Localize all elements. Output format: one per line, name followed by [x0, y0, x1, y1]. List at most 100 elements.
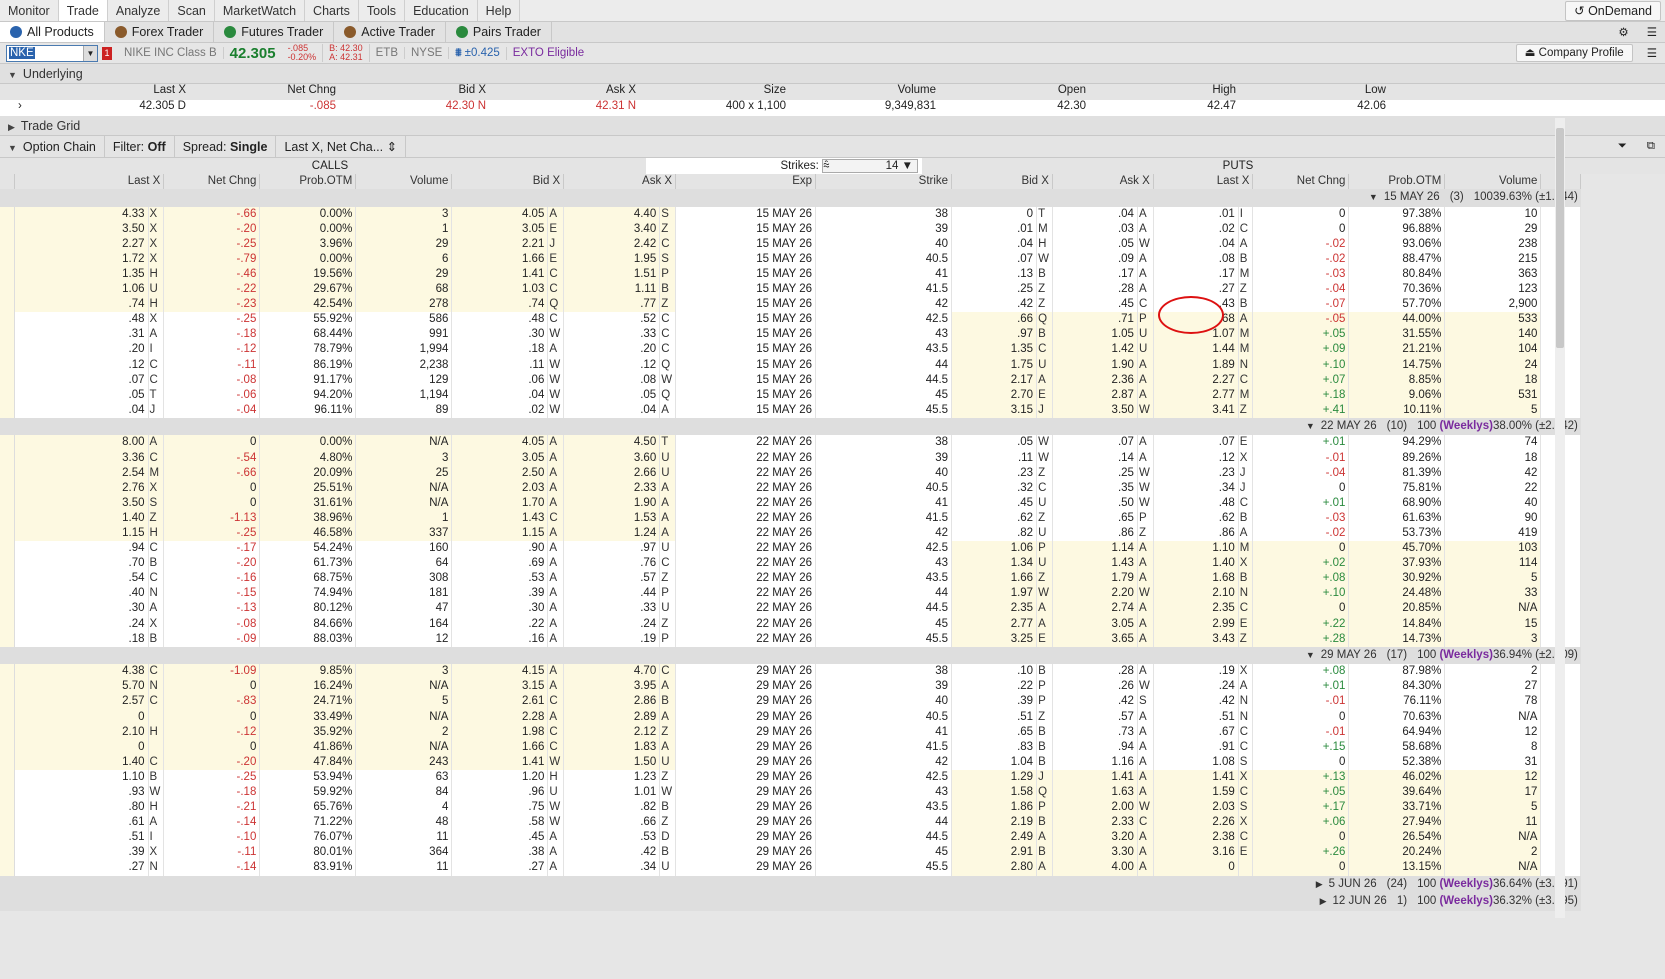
column-header[interactable]: Last X [14, 174, 165, 190]
column-header[interactable]: Last X [1153, 174, 1254, 190]
trade-grid-header[interactable]: ▶ Trade Grid [0, 116, 1665, 136]
option-row[interactable]: .94 C -.17 54.24% 160.90 A .97 U 22 MAY 26 42.5 1.… [0, 541, 1582, 557]
option-row[interactable]: 2.10 H -.12 35.92% 2 1.98 C 2.12 Z 29 MAY 26 41.65… [0, 724, 1582, 740]
detach-icon[interactable]: ⧉ [1637, 140, 1665, 153]
chain-cell: 4.15 [451, 664, 549, 680]
option-row[interactable]: 3.50 X -.20 0.00% 1 3.05 E 3.40 Z 15 MAY 26 39.01 M… [0, 221, 1582, 237]
ondemand-button[interactable]: ↺ OnDemand [1565, 0, 1661, 21]
option-row[interactable]: 1.72 X -.79 0.00% 6 1.66 E 1.95 S 15 MAY 26 40.5.0… [0, 251, 1582, 267]
chevron-down-icon[interactable]: ▼ [83, 45, 97, 61]
column-header[interactable]: Prob.OTM [1348, 174, 1446, 190]
menu-icon[interactable]: ☰ [1639, 46, 1665, 60]
option-row[interactable]: .70 B -.20 61.73% 64.69 A .76 C 22 MAY 26 43 1.34 U… [0, 556, 1582, 572]
option-row[interactable]: 1.40 Z -1.13 38.96% 1 1.43 C 1.53 A 22 MAY 26 41.5… [0, 510, 1582, 526]
option-row[interactable]: 1.15 H -.25 46.58% 337 1.15 A 1.24 A 22 MAY 26 42.… [0, 525, 1582, 542]
column-header[interactable]: Volume [355, 174, 453, 190]
option-row[interactable]: .48 X -.25 55.92% 586.48 C .52 C 15 MAY 26 42.5.6… [0, 312, 1582, 328]
menu-tab-monitor[interactable]: Monitor [0, 0, 59, 21]
option-row[interactable]: 1.40 C -.20 47.84% 243 1.41 W 1.50 U 29 MAY 26 42 1… [0, 754, 1582, 770]
option-row[interactable]: .04 J -.04 96.11% 89.02 W .04 A 15 MAY 26 45.5 3.1… [0, 402, 1582, 418]
chevron-right-icon[interactable]: › [0, 100, 40, 116]
option-row[interactable]: 5.70 N 0 16.24% N/A 3.15 A 3.95 A 29 MAY 26 39.22 P… [0, 679, 1582, 695]
option-row[interactable]: 0 0 41.86% N/A 1.66 C 1.83 A 29 MAY 26 41.5.83 B .9… [0, 739, 1582, 755]
menu-tab-marketwatch[interactable]: MarketWatch [215, 0, 306, 21]
column-header[interactable]: Prob.OTM [259, 174, 357, 190]
gear-icon[interactable]: ⚙ [1608, 25, 1638, 39]
layout-button[interactable]: Last X, Net Cha... ⇕ [276, 136, 407, 157]
option-row[interactable]: .31 A -.18 68.44% 991.30 W .33 C 15 MAY 26 43.97 B… [0, 327, 1582, 343]
column-header[interactable]: Ask X [1052, 174, 1154, 190]
alert-badge[interactable]: 1 [102, 46, 112, 60]
option-row[interactable]: .20 I -.12 78.79% 1,994.18 A .20 C 15 MAY 26 43.5… [0, 342, 1582, 358]
product-tab-2[interactable]: Futures Trader [214, 22, 335, 42]
menu-tab-scan[interactable]: Scan [169, 0, 215, 21]
menu-tab-help[interactable]: Help [478, 0, 521, 21]
column-header[interactable]: Strike [815, 174, 953, 190]
chain-cell: 57.70% [1348, 297, 1446, 313]
option-row[interactable]: .40 N -.15 74.94% 181.39 A .44 P 22 MAY 26 44 1.97… [0, 586, 1582, 602]
option-row[interactable]: .51 I -.10 76.07% 11.45 A .53 D 29 MAY 26 44.5 2.4… [0, 830, 1582, 846]
option-row[interactable]: 1.35 H -.46 19.56% 29 1.41 C 1.51 P 15 MAY 26 41.1… [0, 266, 1582, 283]
symbol-input[interactable]: NKE ▼ [6, 44, 98, 62]
product-tab-1[interactable]: Forex Trader [105, 22, 215, 42]
option-row[interactable]: 8.00 A 0 0.00% N/A 4.05 A 4.50 T 22 MAY 26 38.05 W.… [0, 435, 1582, 451]
option-row[interactable]: 2.57 C -.83 24.71% 5 2.61 C 2.86 B 29 MAY 26 40.39… [0, 694, 1582, 710]
expiration-row[interactable]: ▶ 12 JUN 26 1) 100 (Weeklys) 36.32% (±3.595) [0, 893, 1581, 911]
product-tab-3[interactable]: Active Trader [334, 22, 446, 42]
column-header[interactable]: Ask X [563, 174, 677, 190]
menu-tab-charts[interactable]: Charts [305, 0, 359, 21]
menu-tab-trade[interactable]: Trade [58, 0, 108, 21]
menu-tab-tools[interactable]: Tools [359, 0, 406, 21]
chain-cell: .09 [1052, 251, 1138, 267]
option-row[interactable]: 2.54 M -.66 20.09% 25 2.50 A 2.66 U 22 MAY 26 40.2… [0, 465, 1582, 481]
filter-button[interactable]: Filter: Off [105, 136, 175, 157]
option-row[interactable]: 2.76 X 0 25.51% N/A 2.03 A 2.33 A 22 MAY 26 40.5.3… [0, 480, 1582, 496]
company-profile-button[interactable]: ⏏ Company Profile [1515, 44, 1633, 62]
column-header[interactable]: Bid X [451, 174, 565, 190]
option-row[interactable]: 3.36 C -.54 4.80% 3 3.05 A 3.60 U 22 MAY 26 39.11 W… [0, 450, 1582, 466]
option-row[interactable]: .12 C -.11 86.19% 2,238.11 W .12 Q 15 MAY 26 44 1.… [0, 357, 1582, 373]
option-row[interactable]: .74 H -.23 42.54% 278.74 Q .77 Z 15 MAY 26 42.42 Z… [0, 297, 1582, 313]
expiration-row[interactable]: ▶ 5 JUN 26 (24) 100 (Weeklys) 36.64% (±3.191… [0, 875, 1581, 894]
option-row[interactable]: .24 X -.08 84.66% 164.22 A .24 Z 22 MAY 26 45 2.77… [0, 616, 1582, 632]
option-row[interactable]: .18 B -.09 88.03% 12.16 A .19 P 22 MAY 26 45.5 3.2… [0, 631, 1582, 647]
option-row[interactable]: 1.10 B -.25 53.94% 63 1.20 H 1.23 Z 29 MAY 26 42.5… [0, 769, 1582, 785]
column-header[interactable]: Net Chng [1252, 174, 1350, 190]
chain-cell: 24.71% [259, 694, 357, 710]
option-row[interactable]: .30 A -.13 80.12% 47.30 A .33 U 22 MAY 26 44.5 2.3… [0, 601, 1582, 617]
expiration-row[interactable]: ▼ 29 MAY 26 (17) 100 (Weeklys) 36.94% (±2.70… [0, 646, 1581, 665]
strikes-input[interactable]: ⩯ 14 ▼ [822, 159, 918, 173]
option-row[interactable]: 2.27 X -.25 3.96% 29 2.21 J 2.42 C 15 MAY 26 40.04… [0, 236, 1582, 252]
scrollbar[interactable] [1555, 118, 1565, 918]
option-row[interactable]: .27 N -.14 83.91% 11.27 A .34 U 29 MAY 26 45.5 2.8… [0, 860, 1582, 876]
option-row[interactable]: .07 C -.08 91.17% 129.06 W .08 W 15 MAY 26 44.5 2.… [0, 372, 1582, 388]
option-row[interactable]: 3.50 S 0 31.61% N/A 1.70 A 1.90 A 22 MAY 26 41.45 U… [0, 495, 1582, 511]
expiration-row[interactable]: ▼ 22 MAY 26 (10) 100 (Weeklys) 38.00% (±2.14… [0, 417, 1581, 436]
expiration-row[interactable]: ▼ 15 MAY 26 (3) 100 39.63% (±1.244) [0, 189, 1581, 207]
option-row[interactable]: .54 C -.16 68.75% 308.53 A .57 Z 22 MAY 26 43.5 1.… [0, 571, 1582, 587]
option-row[interactable]: 4.33 X -.66 0.00% 3 4.05 A 4.40 S 15 MAY 26 38 0 T .0… [0, 206, 1582, 222]
option-row[interactable]: .80 H -.21 65.76% 4.75 W .82 B 29 MAY 26 43.5 1.86… [0, 800, 1582, 816]
option-row[interactable]: 1.06 U -.22 29.67% 68 1.03 C 1.11 B 15 MAY 26 41.5… [0, 282, 1582, 298]
menu-tab-education[interactable]: Education [405, 0, 478, 21]
menu-tab-analyze[interactable]: Analyze [108, 0, 170, 21]
underlying-header[interactable]: ▼ Underlying [0, 64, 1665, 84]
product-tab-4[interactable]: Pairs Trader [446, 22, 552, 42]
option-chain-toggle[interactable]: ▼ Option Chain [0, 136, 105, 157]
menu-icon[interactable]: ☰ [1639, 25, 1665, 39]
spread-button[interactable]: Spread: Single [175, 136, 277, 157]
column-header[interactable]: Net Chng [163, 174, 261, 190]
option-row[interactable]: .05 T -.06 94.20% 1,194.04 W .05 Q 15 MAY 26 45 2.… [0, 387, 1582, 403]
column-header[interactable]: Volume [1444, 174, 1542, 190]
collapse-icon[interactable]: ⏷ [1608, 140, 1637, 153]
column-header[interactable]: Bid X [951, 174, 1053, 190]
option-row[interactable]: .39 X -.11 80.01% 364.38 A .42 B 29 MAY 26 45 2.91… [0, 845, 1582, 861]
option-row[interactable]: 0 0 33.49% N/A 2.28 A 2.89 A 29 MAY 26 40.5.51 Z .5… [0, 709, 1582, 725]
option-row[interactable]: .93 W -.18 59.92% 84.96 U 1.01 W 29 MAY 26 43 1.58… [0, 784, 1582, 801]
product-tab-0[interactable]: All Products [0, 22, 105, 42]
option-row[interactable]: .61 A -.14 71.22% 48.58 W .66 Z 29 MAY 26 44 2.19 B… [0, 815, 1582, 831]
option-row[interactable]: 4.38 C -1.09 9.85% 3 4.15 A 4.70 C 29 MAY 26 38.10… [0, 664, 1582, 680]
column-header[interactable]: Exp [675, 174, 817, 190]
chain-cell: 3 [355, 664, 453, 680]
chain-cell: .19 [1153, 664, 1239, 680]
